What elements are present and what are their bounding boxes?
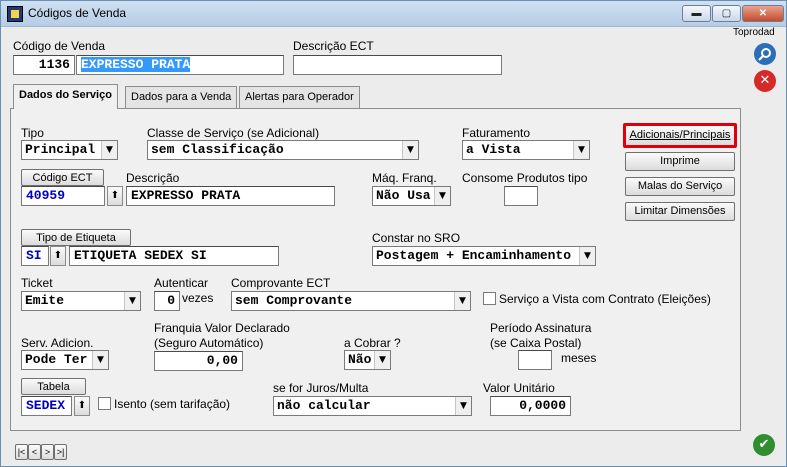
nav-prev-button[interactable]: < <box>28 444 41 460</box>
descricao-label: Descrição <box>126 171 180 185</box>
comprovante-label: Comprovante ECT <box>231 276 331 290</box>
tipo-value: Principal <box>25 142 96 157</box>
chevron-down-icon: ▼ <box>124 292 140 310</box>
seguro-label: (Seguro Automático) <box>154 336 264 350</box>
nome-venda-text: EXPRESSO PRATA <box>81 57 191 72</box>
servico-vista-label: Serviço a Vista com Contrato (Eleições) <box>499 292 711 306</box>
tipo-etiqueta-button[interactable]: Tipo de Etiqueta <box>21 229 131 246</box>
maq-franq-label: Máq. Franq. <box>372 171 437 185</box>
adicionais-principais-button[interactable]: Adicionais/Principais <box>623 123 737 148</box>
maq-franq-value: Não Usa <box>376 188 431 203</box>
chevron-down-icon: ▼ <box>101 141 117 159</box>
franquia-label: Franquia Valor Declarado <box>154 321 290 335</box>
ticket-value: Emite <box>25 293 65 308</box>
sro-label: Constar no SRO <box>372 231 461 245</box>
franquia-field[interactable]: 0,00 <box>154 351 243 371</box>
tab-dados-servico[interactable]: Dados do Serviço <box>13 84 118 109</box>
periodo-label: Período Assinatura <box>490 321 592 335</box>
faturamento-label: Faturamento <box>462 126 531 140</box>
tipo-select[interactable]: Principal ▼ <box>21 140 118 160</box>
faturamento-value: a Vista <box>466 142 521 157</box>
chevron-down-icon: ▼ <box>374 351 390 369</box>
chevron-down-icon: ▼ <box>455 397 471 415</box>
servico-vista-checkbox[interactable] <box>483 292 496 305</box>
chevron-down-icon: ▼ <box>434 187 450 205</box>
codigo-ect-field[interactable]: 40959 <box>21 186 105 206</box>
cancel-icon[interactable]: ✕ <box>754 70 776 92</box>
chevron-down-icon: ▼ <box>402 141 418 159</box>
tipo-label: Tipo <box>21 126 44 140</box>
limitar-dimensoes-button[interactable]: Limitar Dimensões <box>625 202 735 221</box>
tabela-field[interactable]: SEDEX <box>21 396 72 416</box>
juros-select[interactable]: não calcular ▼ <box>273 396 472 416</box>
search-icon[interactable] <box>754 43 776 65</box>
tab-alertas-operador[interactable]: Alertas para Operador <box>239 86 360 109</box>
ticket-label: Ticket <box>21 276 53 290</box>
arrow-up-icon[interactable]: ⬆ <box>107 186 123 206</box>
consome-label: Consome Produtos tipo <box>462 171 588 185</box>
juros-label: se for Juros/Multa <box>273 381 369 395</box>
nome-venda-field[interactable]: EXPRESSO PRATA <box>76 55 284 75</box>
app-icon <box>7 6 23 22</box>
chevron-down-icon: ▼ <box>454 292 470 310</box>
classe-value: sem Classificação <box>151 142 284 157</box>
autenticar-field[interactable]: 0 <box>154 291 180 311</box>
sro-select[interactable]: Postagem + Encaminhamento ▼ <box>372 246 596 266</box>
window-title: Códigos de Venda <box>28 6 127 20</box>
imprime-button[interactable]: Imprime <box>625 152 735 171</box>
meses-label: meses <box>561 351 597 365</box>
malas-servico-button[interactable]: Malas do Serviço <box>625 177 735 196</box>
isento-checkbox[interactable] <box>98 397 111 410</box>
descricao-ect-field[interactable] <box>293 55 502 75</box>
tab-dados-venda[interactable]: Dados para a Venda <box>125 86 238 109</box>
valor-unitario-field[interactable]: 0,0000 <box>490 396 571 416</box>
main-window: Códigos de Venda ▬ ▢ ✕ Código de Venda 1… <box>0 0 787 467</box>
chevron-down-icon: ▼ <box>92 351 108 369</box>
serv-adicion-value: Pode Ter <box>25 352 88 367</box>
chevron-down-icon: ▼ <box>573 141 589 159</box>
sro-value: Postagem + Encaminhamento <box>376 248 572 263</box>
vezes-label: vezes <box>182 291 214 305</box>
nav-last-button[interactable]: >| <box>54 444 67 460</box>
maximize-button[interactable]: ▢ <box>712 5 741 22</box>
codigo-venda-label: Código de Venda <box>13 39 106 53</box>
close-button[interactable]: ✕ <box>742 5 784 22</box>
title-bar: Códigos de Venda ▬ ▢ ✕ <box>1 1 786 27</box>
autenticar-label: Autenticar <box>154 276 209 290</box>
serv-adicion-label: Serv. Adicion. <box>21 336 94 350</box>
comprovante-value: sem Comprovante <box>235 293 353 308</box>
valor-unitario-label: Valor Unitário <box>483 381 555 395</box>
arrow-up-icon[interactable]: ⬆ <box>50 246 66 266</box>
codigo-venda-field[interactable]: 1136 <box>13 55 75 75</box>
etiqueta-field[interactable]: ETIQUETA SEDEX SI <box>69 246 279 266</box>
maq-franq-select[interactable]: Não Usa ▼ <box>372 186 451 206</box>
caixa-postal-label: (se Caixa Postal) <box>490 336 582 350</box>
periodo-field[interactable] <box>518 350 552 370</box>
cobrar-select[interactable]: Não ▼ <box>344 350 391 370</box>
classe-label: Classe de Serviço (se Adicional) <box>147 126 320 140</box>
ticket-select[interactable]: Emite ▼ <box>21 291 141 311</box>
serv-adicion-select[interactable]: Pode Ter ▼ <box>21 350 109 370</box>
descricao-field[interactable]: EXPRESSO PRATA <box>126 186 335 206</box>
toprodad-label: Toprodad <box>733 27 775 38</box>
chevron-down-icon: ▼ <box>579 247 595 265</box>
nav-first-button[interactable]: |< <box>15 444 28 460</box>
codigo-ect-button[interactable]: Código ECT <box>21 169 104 186</box>
cobrar-value: Não <box>348 352 372 367</box>
comprovante-select[interactable]: sem Comprovante ▼ <box>231 291 471 311</box>
juros-value: não calcular <box>277 398 371 413</box>
isento-label: Isento (sem tarifação) <box>114 397 231 411</box>
minimize-button[interactable]: ▬ <box>682 5 711 22</box>
cobrar-label: a Cobrar ? <box>344 336 401 350</box>
record-navigator: |< < > >| <box>15 444 67 460</box>
consome-field[interactable] <box>504 186 538 206</box>
etiqueta-code-field[interactable]: SI <box>21 246 49 266</box>
check-icon[interactable]: ✔ <box>753 434 775 456</box>
arrow-up-icon[interactable]: ⬆ <box>74 396 90 416</box>
faturamento-select[interactable]: a Vista ▼ <box>462 140 590 160</box>
classe-select[interactable]: sem Classificação ▼ <box>147 140 419 160</box>
tabela-button[interactable]: Tabela <box>21 378 86 395</box>
nav-next-button[interactable]: > <box>41 444 54 460</box>
descricao-ect-label: Descrição ECT <box>293 39 374 53</box>
